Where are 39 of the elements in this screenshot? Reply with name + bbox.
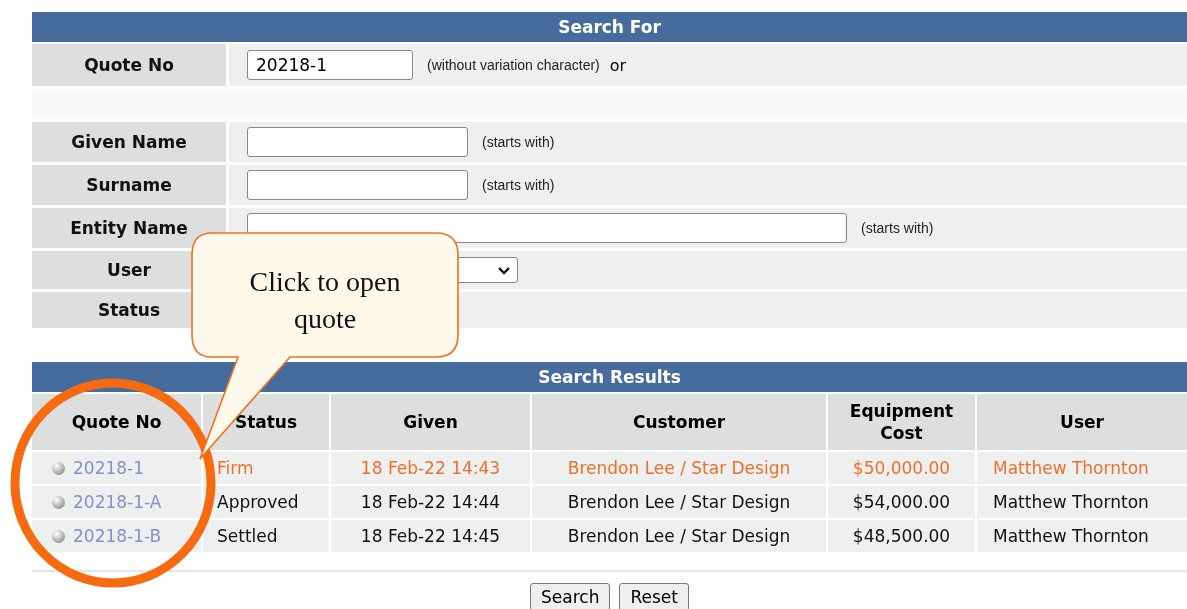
table-cell: Matthew Thornton — [977, 486, 1187, 518]
text-field[interactable]: 20218-1 — [247, 50, 413, 80]
bullet-icon — [52, 461, 65, 475]
table-cell: $50,000.00 — [828, 452, 975, 484]
bullet-icon — [52, 529, 65, 543]
field-label: Entity Name — [32, 208, 226, 248]
field-hint: (starts with) — [482, 177, 555, 193]
field-hint: (starts with) — [482, 134, 555, 150]
table-cell: 18 Feb-22 14:44 — [331, 486, 530, 518]
table-cell: Brendon Lee / Star Design — [532, 520, 826, 552]
table-cell: 18 Feb-22 14:45 — [331, 520, 530, 552]
table-cell: 18 Feb-22 14:43 — [331, 452, 530, 484]
column-header: Customer — [532, 394, 826, 450]
table-cell: Matthew Thornton — [977, 452, 1187, 484]
section-header: Search For — [32, 12, 1187, 42]
text-field[interactable] — [247, 127, 468, 157]
reset-button[interactable]: Reset — [619, 583, 689, 609]
field-label: Given Name — [32, 122, 226, 162]
table-cell: Matthew Thornton — [977, 520, 1187, 552]
text-field[interactable] — [247, 170, 468, 200]
or-text: or — [609, 55, 627, 75]
bullet-icon — [52, 495, 65, 509]
section-header: Search Results — [32, 362, 1187, 392]
table-cell: Brendon Lee / Star Design — [532, 452, 826, 484]
chevron-down-icon — [497, 265, 511, 275]
field-hint: (without variation character) — [427, 57, 600, 73]
table-cell: $54,000.00 — [828, 486, 975, 518]
field-label: Quote No — [32, 44, 226, 86]
table-cell: Settled — [203, 520, 329, 552]
table-cell: Brendon Lee / Star Design — [532, 486, 826, 518]
field-hint: (starts with) — [861, 220, 934, 236]
table-cell: Firm — [203, 452, 329, 484]
field-label: Surname — [32, 165, 226, 205]
column-header: User — [977, 394, 1187, 450]
search-button[interactable]: Search — [530, 583, 611, 609]
column-header: Equipment Cost — [828, 394, 975, 450]
table-cell: Approved — [203, 486, 329, 518]
column-header: Given — [331, 394, 530, 450]
table-cell: $48,500.00 — [828, 520, 975, 552]
